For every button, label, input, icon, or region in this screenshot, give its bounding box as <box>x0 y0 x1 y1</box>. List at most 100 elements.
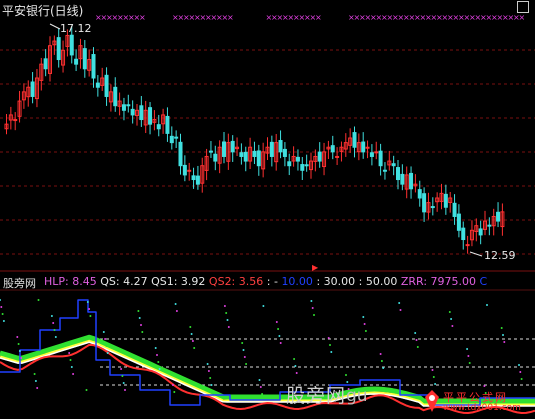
candle-body <box>156 124 161 130</box>
indicator-dot <box>154 347 157 349</box>
indicator-dot <box>275 321 278 323</box>
indicator-dot <box>432 376 435 378</box>
indicator-dot <box>398 302 401 304</box>
indicator-dot <box>122 382 125 384</box>
indicator-dot <box>483 385 486 387</box>
signal-marker: × <box>139 13 146 22</box>
candle-body <box>269 141 274 157</box>
indicator-dot <box>37 299 40 301</box>
candle-body <box>121 104 126 111</box>
candle-body <box>174 136 179 139</box>
indicator-dot <box>519 371 522 373</box>
indicator-dot <box>173 391 176 393</box>
candle-body <box>422 193 427 213</box>
candle-body <box>430 206 435 209</box>
indicator-dot <box>140 324 142 326</box>
indicator-dot <box>207 370 210 372</box>
candle-body <box>282 148 287 157</box>
candle-body <box>43 58 48 70</box>
indicator-dot <box>209 377 212 379</box>
indicator-dot <box>104 338 107 340</box>
indicator-dot <box>120 368 123 370</box>
candle-body <box>113 86 118 107</box>
indicator-dot <box>124 389 126 391</box>
candle-body <box>496 211 501 222</box>
indicator-dot <box>379 353 382 355</box>
candle-body <box>130 108 135 116</box>
indicator-dot <box>105 345 108 347</box>
indicator-dot <box>190 333 193 335</box>
candle-body <box>191 175 196 181</box>
indicator-dot <box>193 347 196 349</box>
chart-window: { "upper": { "title": "平安银行(日线)", "high_… <box>0 0 535 419</box>
indicator-item: QS2: 3.56 <box>208 275 267 288</box>
candle-body <box>139 105 144 121</box>
indicator-dot <box>450 318 453 320</box>
candle-body <box>396 167 400 181</box>
indicator-dot <box>102 331 105 333</box>
candle-body <box>30 81 35 97</box>
chart-canvas: ××××××××× ××××××××××× ×××××××××× ××××××××××… <box>0 13 535 414</box>
candle-body <box>222 141 226 157</box>
indicator-dot <box>121 375 124 377</box>
candle-body <box>335 155 340 158</box>
indicator-dot <box>70 366 73 368</box>
candle-body <box>95 82 100 88</box>
cursor-marker: ▶ <box>312 263 319 272</box>
indicator-dot <box>0 299 1 301</box>
indicator-dot <box>141 331 144 333</box>
candle-body <box>91 54 96 79</box>
indicator-dot <box>50 315 53 317</box>
site-url: www.tdx001.com <box>443 403 521 413</box>
indicator-item: C <box>479 275 488 288</box>
indicator-dot <box>259 386 262 388</box>
indicator-dot <box>486 304 488 306</box>
candle-body <box>461 227 466 241</box>
indicator-item: QS1: 3.92 <box>151 275 209 288</box>
indicator-dot <box>277 328 280 330</box>
candle-body <box>208 150 213 153</box>
indicator-dot <box>518 364 520 366</box>
indicator-dot <box>158 368 161 370</box>
candle-body <box>417 189 422 199</box>
high-arrow <box>49 23 61 30</box>
indicator-dot <box>34 380 37 382</box>
indicator-dot <box>431 369 434 371</box>
indicator-dot <box>262 305 265 307</box>
watermark-text: 股旁网 <box>286 385 347 407</box>
indicator-item: ZRR: 7975.00 <box>400 275 480 288</box>
candle-body <box>365 146 370 149</box>
candle-body <box>452 202 457 217</box>
indicator-dot <box>53 329 56 331</box>
candle-body <box>374 151 379 154</box>
indicator-dot <box>241 342 244 344</box>
indicator-dot <box>500 327 503 329</box>
indicator-dot <box>16 336 19 338</box>
indicator-dot <box>226 319 229 321</box>
candle-body <box>456 213 461 231</box>
indicator-dot <box>191 340 194 342</box>
signal-marker: × <box>519 13 526 22</box>
indicator-dot <box>313 314 315 316</box>
indicator-dot <box>69 359 72 361</box>
indicator-dot <box>346 381 349 383</box>
indicator-dot <box>364 330 367 332</box>
candle-body <box>443 193 448 208</box>
indicator-dot <box>448 311 451 313</box>
indicator-dot <box>310 300 313 302</box>
candle-body <box>178 141 183 167</box>
indicator-name: 股旁网 <box>3 277 36 290</box>
indicator-dot <box>52 322 55 324</box>
candle-body <box>148 107 153 125</box>
candle-body <box>487 224 492 227</box>
indicator-dot <box>279 342 282 344</box>
window-toggle-icon[interactable] <box>517 1 529 13</box>
candle-body <box>369 152 374 157</box>
watermark-url: gu <box>346 386 368 406</box>
indicator-dot <box>2 320 5 322</box>
indicator-dot <box>245 363 248 365</box>
candle-body <box>126 104 131 107</box>
indicator-values: HLP: 8.45 QS: 4.27 QS1: 3.92 QS2: 3.56 :… <box>44 275 487 288</box>
candle-body <box>478 228 483 236</box>
indicator-dot <box>206 363 209 365</box>
